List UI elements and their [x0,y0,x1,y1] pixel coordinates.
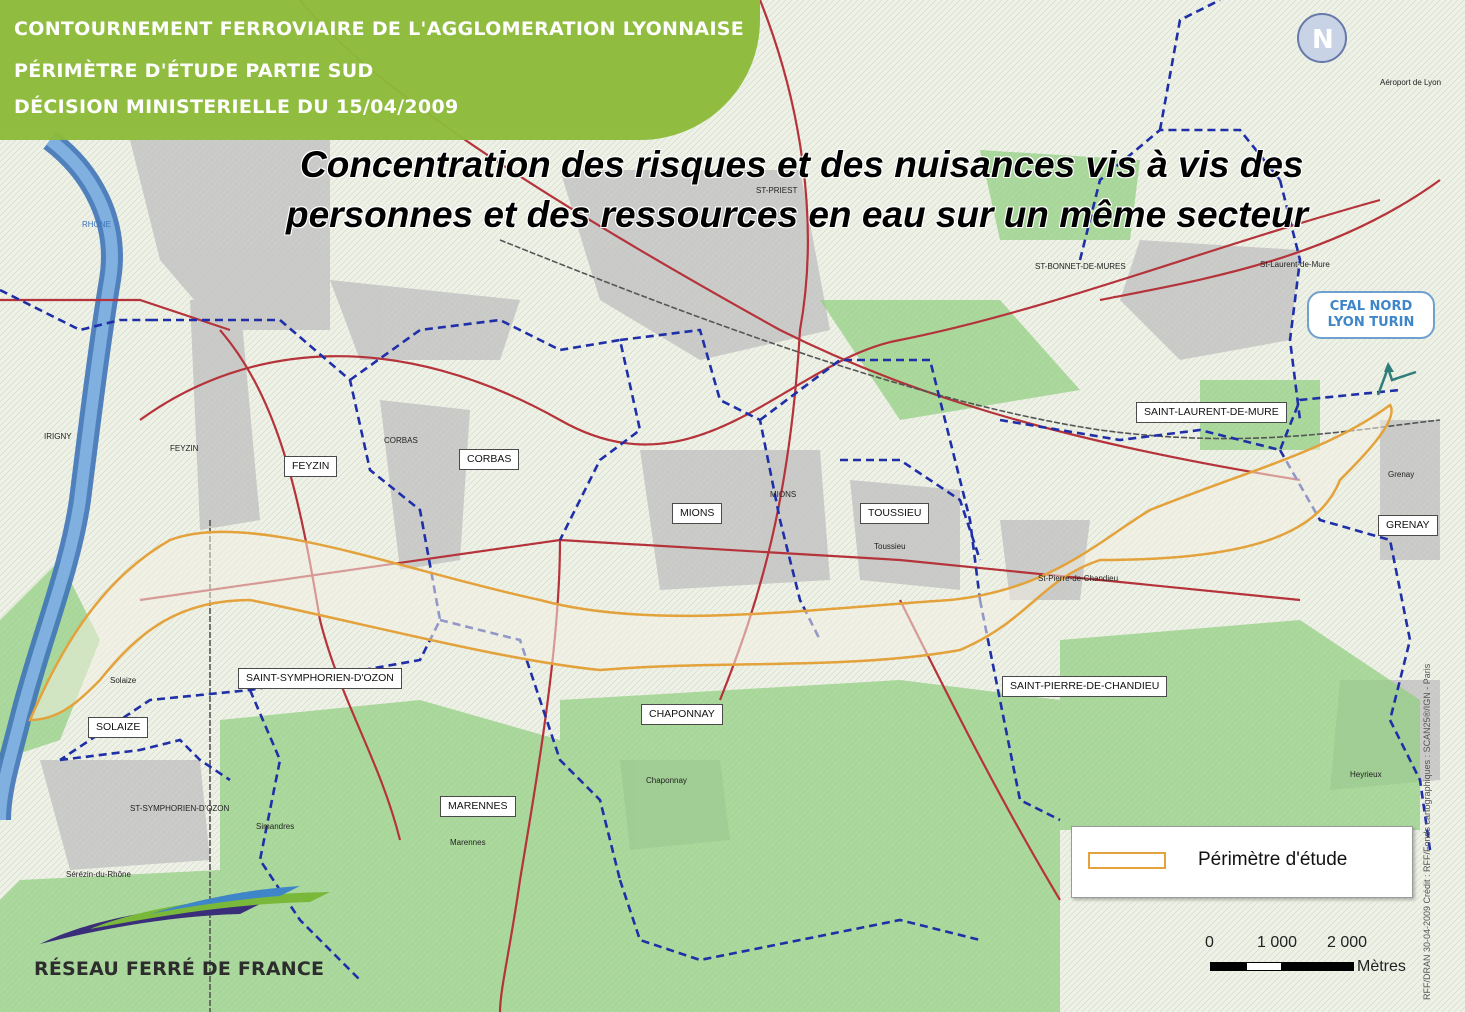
place-label: Grenay [1388,470,1415,479]
place-label: Chaponnay [646,776,687,785]
place-label: Heyrieux [1350,770,1382,779]
cfal-line-2: LYON TURIN [1327,315,1415,330]
place-label: Marennes [450,838,486,847]
place-label: St-Pierre-de-Chandieu [1038,574,1119,583]
headline-line-1: Concentration des risques et des nuisanc… [300,144,1304,185]
scale-segment-2 [1246,962,1282,971]
commune-label-toussieu: TOUSSIEU [860,503,930,524]
commune-label-marennes: MARENNES [440,796,516,817]
place-label: RHÔNE [82,220,111,229]
place-label: IRIGNY [44,432,72,441]
commune-label-mions: MIONS [672,503,723,524]
commune-label-solaize: SOLAIZE [88,717,149,738]
cfal-line-1: CFAL NORD [1329,299,1413,314]
place-label: Sérézin-du-Rhône [66,870,131,879]
title-panel: CONTOURNEMENT FERROVIAIRE DE L'AGGLOMERA… [0,0,760,140]
place-label: MIONS [770,490,797,499]
place-label: FEYZIN [170,444,199,453]
commune-label-corbas: CORBAS [459,449,520,470]
scale-tick-2000: 2 000 [1327,934,1368,951]
commune-label-saint-symphorien-d-ozon: SAINT-SYMPHORIEN-D'OZON [238,668,402,689]
place-label: Toussieu [874,542,906,551]
rff-logo-icon [40,886,330,944]
legend-label: Périmètre d'étude [1198,849,1348,870]
place-label: CORBAS [384,436,418,445]
project-subtitle: PÉRIMÈTRE D'ÉTUDE PARTIE SUD [14,60,374,82]
place-label: Simandres [256,822,295,831]
place-label: ST-BONNET-DE-MURES [1035,262,1126,271]
perimeter-swatch [1088,852,1166,869]
commune-label-chaponnay: CHAPONNAY [641,704,723,725]
map-legend: Périmètre d'étude [1071,826,1413,898]
commune-label-saint-laurent-de-mure: SAINT-LAURENT-DE-MURE [1136,402,1287,423]
commune-label-grenay: GRENAY [1378,515,1438,536]
commune-label-feyzin: FEYZIN [284,456,338,477]
place-label: ST-SYMPHORIEN-D'OZON [130,804,230,813]
map-credit: RFF/DRAN 30-04-2009 Crédit : RFF/Fonds c… [1422,663,1432,1000]
headline-line-2: personnes et des ressources en eau sur u… [286,194,1309,235]
place-label: Solaize [110,676,137,685]
decision-date: DÉCISION MINISTERIELLE DU 15/04/2009 [14,96,459,118]
project-title: CONTOURNEMENT FERROVIAIRE DE L'AGGLOMERA… [14,18,745,40]
scale-tick-0: 0 [1205,934,1214,951]
scale-unit: Mètres [1357,958,1406,975]
scale-segment-3 [1282,962,1354,971]
rff-logo-text: RÉSEAU FERRÉ DE FRANCE [34,958,325,980]
cfal-badge: CFAL NORD LYON TURIN [1307,291,1435,339]
scale-tick-1000: 1 000 [1257,934,1298,951]
scale-bar: 0 1 000 2 000 Mètres [1205,934,1420,982]
scale-segment-1 [1210,962,1246,971]
place-label: St-Laurent-de-Mure [1260,260,1330,269]
commune-label-saint-pierre-de-chandieu: SAINT-PIERRE-DE-CHANDIEU [1002,676,1168,697]
place-label: Aéroport de Lyon [1380,78,1442,87]
